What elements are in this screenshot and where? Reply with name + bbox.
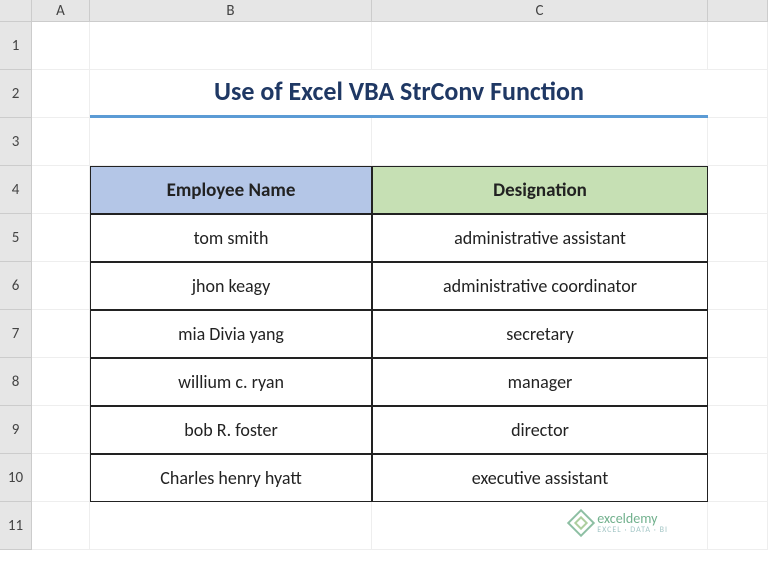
cell[interactable] [90, 118, 372, 166]
table-cell[interactable]: executive assistant [372, 454, 708, 502]
row-header-5[interactable]: 5 [0, 214, 32, 262]
cell[interactable] [708, 454, 768, 502]
table-cell[interactable]: secretary [372, 310, 708, 358]
row-header-7[interactable]: 7 [0, 310, 32, 358]
watermark-name: exceldemy [597, 512, 668, 526]
cell[interactable] [32, 214, 90, 262]
col-header-c[interactable]: C [372, 0, 708, 22]
table-header-designation[interactable]: Designation [372, 166, 708, 214]
logo-icon [567, 509, 595, 537]
spreadsheet-grid: A B C 1 2 3 4 5 6 7 8 9 10 11 Use of Exc… [0, 0, 768, 550]
cell[interactable] [32, 358, 90, 406]
table-cell[interactable]: director [372, 406, 708, 454]
row-header-2[interactable]: 2 [0, 70, 32, 118]
table-cell[interactable]: tom smith [90, 214, 372, 262]
cell[interactable] [90, 502, 372, 550]
table-cell[interactable]: manager [372, 358, 708, 406]
row-header-9[interactable]: 9 [0, 406, 32, 454]
cell[interactable] [708, 70, 768, 118]
table-cell[interactable]: Charles henry hyatt [90, 454, 372, 502]
table-cell[interactable]: administrative assistant [372, 214, 708, 262]
cell[interactable] [708, 262, 768, 310]
col-header-a[interactable]: A [32, 0, 90, 22]
cell[interactable] [708, 118, 768, 166]
cell[interactable] [32, 502, 90, 550]
table-header-employee-name[interactable]: Employee Name [90, 166, 372, 214]
col-header-b[interactable]: B [90, 0, 372, 22]
cell[interactable] [372, 22, 708, 70]
cell[interactable] [708, 22, 768, 70]
cell[interactable] [708, 502, 768, 550]
table-cell[interactable]: bob R. foster [90, 406, 372, 454]
row-header-6[interactable]: 6 [0, 262, 32, 310]
cell[interactable] [32, 406, 90, 454]
table-cell[interactable]: mia Divia yang [90, 310, 372, 358]
cell[interactable] [32, 454, 90, 502]
col-header-blank [708, 0, 768, 22]
page-title[interactable]: Use of Excel VBA StrConv Function [90, 70, 708, 118]
row-header-1[interactable]: 1 [0, 22, 32, 70]
cell[interactable] [708, 166, 768, 214]
cell[interactable] [708, 406, 768, 454]
cell[interactable] [372, 118, 708, 166]
table-cell[interactable]: jhon keagy [90, 262, 372, 310]
cell[interactable] [708, 214, 768, 262]
cell[interactable] [708, 310, 768, 358]
row-header-8[interactable]: 8 [0, 358, 32, 406]
cell[interactable] [32, 262, 90, 310]
watermark: exceldemy EXCEL · DATA · BI [571, 512, 668, 534]
cell[interactable] [32, 22, 90, 70]
row-header-4[interactable]: 4 [0, 166, 32, 214]
table-cell[interactable]: willium c. ryan [90, 358, 372, 406]
cell[interactable] [32, 70, 90, 118]
cell[interactable] [32, 310, 90, 358]
row-header-10[interactable]: 10 [0, 454, 32, 502]
cell[interactable] [32, 166, 90, 214]
table-cell[interactable]: administrative coordinator [372, 262, 708, 310]
select-all-corner[interactable] [0, 0, 32, 22]
row-header-11[interactable]: 11 [0, 502, 32, 550]
row-header-3[interactable]: 3 [0, 118, 32, 166]
cell[interactable] [90, 22, 372, 70]
cell[interactable] [32, 118, 90, 166]
cell[interactable] [708, 358, 768, 406]
watermark-tagline: EXCEL · DATA · BI [597, 526, 668, 534]
